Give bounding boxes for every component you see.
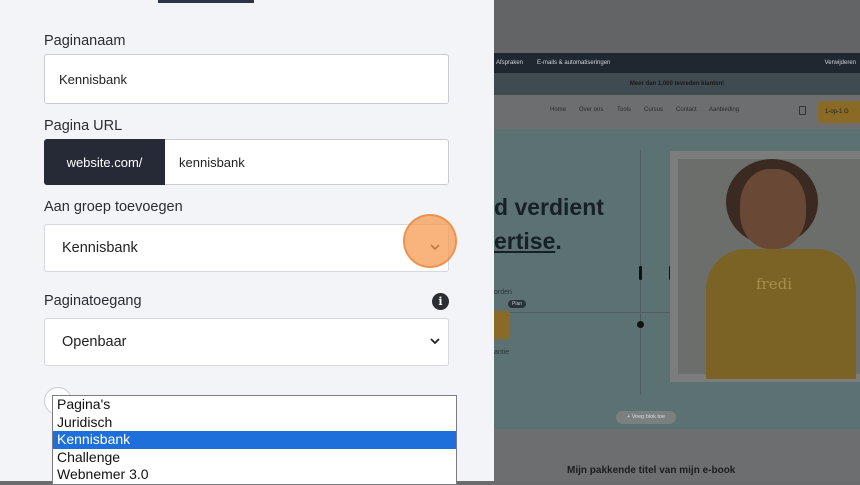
preview-photo: fredi (670, 151, 860, 382)
preview-cta-button[interactable]: 1-op-1 G (818, 101, 860, 123)
dropdown-option[interactable]: Challenge (53, 449, 456, 467)
dropdown-option[interactable]: Webnemer 3.0 (53, 466, 456, 484)
dropdown-option[interactable]: Pagina's (53, 396, 456, 414)
group-label: Aan groep toevoegen (44, 199, 183, 215)
photo-person-body: fredi (706, 249, 856, 379)
group-dropdown-list: Pagina's Juridisch Kennisbank Challenge … (52, 395, 457, 485)
headline-line-2: ertise (494, 228, 556, 254)
preview-nav-item[interactable]: Over ons (579, 107, 603, 113)
preview-nav-item[interactable]: Cursus (644, 107, 663, 113)
headline-line-1: d verdient (494, 194, 604, 220)
page-preview: Afspraken E-mails & automatiseringen Ver… (494, 0, 860, 481)
active-tab-indicator (158, 0, 254, 3)
access-select[interactable]: Openbaar (44, 318, 449, 366)
guide-line (494, 312, 674, 313)
url-prefix: website.com/ (44, 139, 165, 185)
add-block-button[interactable]: + Voeg blok toe (616, 411, 676, 424)
preview-small-text: antie (494, 349, 510, 356)
chevron-down-icon (430, 338, 440, 345)
page-settings-panel: Paginanaam Kennisbank Pagina URL website… (0, 0, 494, 485)
photo-person-face (740, 169, 806, 249)
click-highlight (403, 214, 457, 268)
group-select-value: Kennisbank (62, 240, 138, 256)
preview-topbar-right[interactable]: Verwijderen (825, 60, 856, 66)
preview-topbar-item[interactable]: Afspraken (496, 60, 523, 66)
info-icon[interactable]: i (432, 293, 449, 310)
dropdown-option-selected[interactable]: Kennisbank (53, 431, 456, 449)
page-name-input[interactable]: Kennisbank (44, 54, 449, 104)
group-select[interactable]: Kennisbank (44, 224, 449, 272)
drag-handle[interactable] (637, 321, 644, 328)
sweatshirt-text: fredi (756, 275, 792, 293)
dropdown-option[interactable]: Juridisch (53, 414, 456, 432)
preview-small-text: orden (494, 289, 512, 296)
preview-nav-item[interactable]: Contact (676, 107, 697, 113)
preview-headline: d verdient ertise. (494, 190, 604, 258)
preview-bottom-title: Mijn pakkende titel van mijn e-book (567, 465, 736, 476)
headline-dot: . (555, 228, 562, 254)
resize-handle[interactable] (639, 266, 642, 280)
cart-icon[interactable] (799, 106, 806, 115)
page-name-label: Paginanaam (44, 33, 126, 49)
preview-topbar: Afspraken E-mails & automatiseringen Ver… (494, 53, 860, 73)
preview-nav-item[interactable]: Home (550, 107, 566, 113)
preview-hero-button[interactable] (494, 311, 510, 339)
access-select-value: Openbaar (62, 334, 127, 350)
preview-banner: Meer dan 1,000 tevreden klanten! (494, 73, 860, 95)
access-label: Paginatoegang (44, 293, 142, 309)
page-url-label: Pagina URL (44, 118, 123, 134)
preview-tag: Plan (508, 300, 527, 308)
preview-nav-item[interactable]: Tools (617, 107, 631, 113)
preview-nav-item[interactable]: Aanbieding (709, 107, 739, 113)
url-slug-input[interactable]: kennisbank (165, 139, 449, 185)
preview-topbar-item[interactable]: E-mails & automatiseringen (537, 60, 610, 66)
